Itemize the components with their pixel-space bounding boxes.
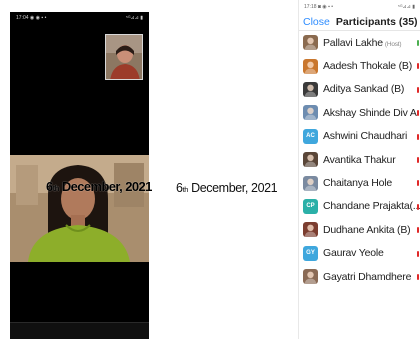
caption-date-rest: December, 2021 [188,181,278,195]
participant-name-text: Pallavi Lakhe [323,36,383,49]
participant-name: Dudhane Ankita (B) [323,224,420,236]
participant-avatar: AC [303,128,318,144]
participant-thumbnail-image [106,35,142,79]
participant-name-text: Chaitanya Hole [323,177,392,190]
status-time: 17:04 ◉ ◉ ▪ • [16,15,47,21]
participants-header: Close Participants (35) [299,14,420,31]
mic-muted-icon [417,133,419,140]
participant-row[interactable]: GY Gaurav Yeole [299,242,420,265]
participant-name: Aadesh Thokale (B) [323,60,420,72]
participant-row[interactable]: Pallavi Lakhe (Host) [299,31,420,54]
active-speaker-video[interactable] [10,155,149,262]
participant-avatar [303,81,318,97]
status-bar: 17:18 ◙ ◉ ▪ • ⁵ᴳ⊿⊿ ▮ [299,0,420,14]
participant-name: Aditya Sankad (B) [323,83,420,95]
participant-name-text: Dudhane Ankita (B) [323,223,411,236]
participants-screen: 17:18 ◙ ◉ ▪ • ⁵ᴳ⊿⊿ ▮ Close Participants … [298,0,420,339]
participant-name: Pallavi Lakhe (Host) [323,37,420,49]
mic-muted-icon [417,110,419,117]
participant-row[interactable]: Gayatri Dhamdhere [299,265,420,288]
mic-muted-icon [417,156,419,163]
participants-title: Participants (35) [335,16,418,28]
mic-muted-icon [417,227,419,234]
participant-row[interactable]: CP Chandane Prajakta(... [299,195,420,218]
self-view-thumbnail[interactable] [105,34,143,80]
participant-name: Gayatri Dhamdhere [323,271,420,283]
status-time: 17:18 ◙ ◉ ▪ • [304,4,333,10]
mic-muted-icon [417,273,419,280]
video-call-screen: 17:04 ◉ ◉ ▪ • ⁵ᴳ⊿⊿ ▮ [10,12,149,339]
meeting-controls-bar [10,322,149,339]
close-button[interactable]: Close [303,16,330,28]
participant-row[interactable]: Avantika Thakur [299,148,420,171]
participant-row[interactable]: Aditya Sankad (B) [299,78,420,101]
participant-name: Chaitanya Hole [323,177,420,189]
participant-row[interactable]: Aadesh Thokale (B) [299,54,420,77]
participant-avatar [303,105,318,121]
participant-avatar [303,152,318,168]
overlay-date-rest: December, 2021 [58,179,153,194]
participant-name: Avantika Thakur [323,154,420,166]
participant-name-text: Aditya Sankad (B) [323,83,405,96]
mic-muted-icon [417,180,419,187]
participant-name: Akshay Shinde Div A [323,107,420,119]
participant-avatar: GY [303,245,318,261]
mic-muted-icon [417,203,419,210]
participant-name-text: Avantika Thakur [323,153,396,166]
mic-muted-icon [417,86,419,93]
participant-name-text: Gayatri Dhamdhere [323,270,412,283]
status-bar: 17:04 ◉ ◉ ▪ • ⁵ᴳ⊿⊿ ▮ [10,12,149,24]
participant-name: Chandane Prajakta(... [323,200,420,212]
participant-name-text: Aadesh Thokale (B) [323,60,413,73]
participant-row[interactable]: Chaitanya Hole [299,171,420,194]
participants-list: Pallavi Lakhe (Host) Aadesh Thokale (B) Adi… [299,31,420,288]
overlay-date-caption: 6th December, 2021 [46,179,152,194]
participant-avatar: CP [303,198,318,214]
participant-avatar [303,175,318,191]
status-icons: ⁵ᴳ⊿⊿ ▮ [397,4,415,10]
mic-muted-icon [417,63,419,70]
mic-muted-icon [417,250,419,257]
participant-name-text: Gaurav Yeole [323,247,384,260]
speaker-video-image [10,155,149,262]
participant-name-text: Akshay Shinde Div A [323,106,417,119]
host-tag: (Host) [384,40,402,48]
participant-avatar [303,35,318,51]
participant-avatar [303,269,318,285]
participant-name: Gaurav Yeole [323,247,420,259]
participant-avatar [303,58,318,74]
participant-name-text: Ashwini Chaudhari [323,130,408,143]
participant-row[interactable]: Akshay Shinde Div A [299,101,420,124]
mic-muted-icon [417,40,419,46]
participant-avatar [303,222,318,238]
participant-row[interactable]: Dudhane Ankita (B) [299,218,420,241]
status-icons: ⁵ᴳ⊿⊿ ▮ [125,15,143,21]
participant-row[interactable]: AC Ashwini Chaudhari [299,125,420,148]
overlay-date-day: 6 [46,179,53,194]
date-caption: 6th December, 2021 [176,181,278,195]
participant-name: Ashwini Chaudhari [323,130,420,142]
participant-name-text: Chandane Prajakta(... [323,200,420,213]
